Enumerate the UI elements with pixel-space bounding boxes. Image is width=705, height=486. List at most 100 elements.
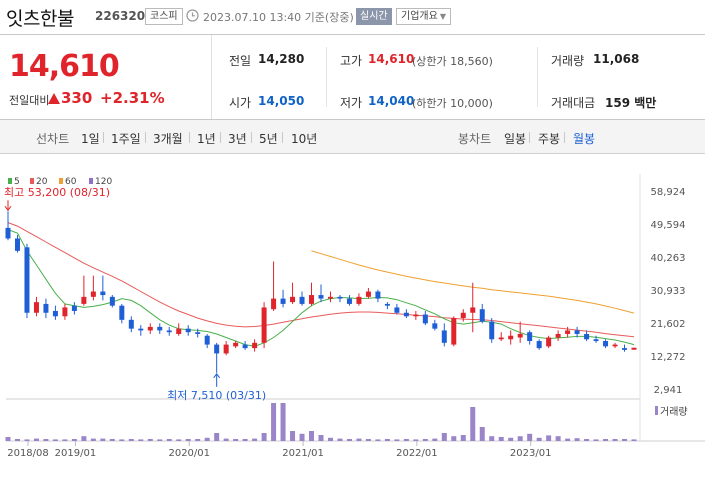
candle-body — [309, 295, 315, 304]
candle-body — [157, 326, 163, 331]
separator — [282, 132, 283, 143]
candle-body — [62, 307, 68, 317]
volume-bar — [204, 437, 210, 441]
candle-body — [460, 312, 466, 319]
candle-body — [375, 291, 381, 299]
trade-amount-label: 거래대금 — [551, 96, 596, 110]
volume-bar — [584, 439, 590, 441]
volume-bar — [24, 439, 30, 441]
candle-body — [479, 309, 485, 322]
summary-divider — [326, 47, 327, 107]
volume-legend-label: 거래량 — [660, 406, 688, 418]
low-annotation: 최저 7,510 (03/31) — [167, 389, 266, 402]
period-1w[interactable]: 1주일 — [111, 130, 141, 147]
candle-body — [593, 339, 599, 342]
candle-daily[interactable]: 일봉 — [504, 130, 526, 147]
change-label: 전일대비 — [9, 94, 50, 107]
x-axis-tick-label: 2019/01 — [55, 448, 97, 459]
candle-body — [527, 332, 533, 342]
stock-code: 226320 — [95, 9, 146, 23]
low-label: 저가 — [340, 96, 363, 110]
candle-body — [52, 310, 58, 317]
candle-weekly[interactable]: 주봉 — [538, 130, 560, 147]
candle-body — [24, 247, 30, 313]
candle-body — [365, 291, 371, 297]
candle-body — [318, 295, 324, 299]
open-label: 시가 — [229, 96, 252, 110]
volume-bar — [157, 439, 163, 441]
candle-monthly[interactable]: 월봉 — [573, 130, 595, 147]
volume-bar — [90, 438, 96, 441]
legend-swatch — [8, 178, 12, 184]
candle-body — [90, 291, 96, 297]
volume-bar — [612, 439, 618, 441]
candle-body — [603, 341, 609, 347]
candle-body — [109, 296, 115, 306]
volume-bar — [119, 439, 125, 441]
volume-bar — [43, 439, 49, 441]
quote-summary: 14,610 전일대비 330 +2.31% 전일 14,280 시가 14,0… — [0, 34, 705, 120]
candle-body — [413, 314, 419, 317]
volume-bar — [356, 438, 362, 441]
candle-body — [242, 344, 248, 349]
candle-body — [166, 330, 172, 333]
change-amount: 330 — [61, 89, 93, 107]
volume-bar — [233, 439, 239, 441]
legend-swatch — [30, 178, 34, 184]
volume-bar — [299, 433, 305, 441]
period-3y[interactable]: 3년 — [228, 130, 247, 147]
volume-bar — [441, 433, 447, 441]
volume-bar — [280, 403, 286, 441]
company-overview-button[interactable]: 기업개요 ▼ — [396, 8, 451, 25]
candle-body — [138, 328, 144, 331]
candle-body — [119, 305, 125, 320]
period-10y[interactable]: 10년 — [291, 130, 317, 147]
volume-bar — [536, 437, 542, 441]
candle-body — [280, 298, 286, 304]
period-5y[interactable]: 5년 — [259, 130, 278, 147]
candle-body — [384, 303, 390, 306]
volume-bar — [309, 431, 315, 441]
period-1d[interactable]: 1일 — [81, 130, 100, 147]
volume-bar — [631, 439, 637, 441]
volume-bar — [176, 439, 182, 441]
candle-body — [252, 342, 258, 349]
volume-bar — [327, 437, 333, 441]
separator — [103, 132, 104, 143]
period-1y[interactable]: 1년 — [197, 130, 216, 147]
volume-bar — [622, 439, 628, 441]
candle-body — [233, 342, 239, 347]
candle-body — [5, 227, 11, 239]
volume-bar — [546, 435, 552, 441]
x-axis-tick-label: 2023/01 — [510, 448, 552, 459]
up-arrow-icon — [48, 93, 60, 104]
market-badge: 코스피 — [145, 8, 183, 25]
legend-swatch — [89, 178, 93, 184]
period-3m[interactable]: 3개월 — [153, 130, 183, 147]
volume-bar — [52, 439, 58, 441]
candle-body — [261, 307, 267, 343]
candle-body — [327, 296, 333, 299]
candle-body — [337, 296, 343, 299]
realtime-badge[interactable]: 실시간 — [356, 8, 392, 25]
volume-bar — [138, 439, 144, 441]
volume-bar — [261, 433, 267, 441]
current-price: 14,610 — [9, 49, 120, 84]
volume-bar — [470, 407, 476, 441]
volume-bar — [242, 439, 248, 441]
volume-bar — [603, 439, 609, 441]
separator — [145, 132, 146, 143]
candle-body — [271, 298, 277, 310]
volume-bar — [290, 431, 296, 441]
candle-body — [14, 238, 20, 251]
price-box: 14,610 전일대비 330 +2.31% — [0, 35, 212, 119]
price-chart[interactable]: 58,924 49,594 40,263 30,933 21,602 12,272 2,94… — [0, 154, 705, 486]
candle-body — [498, 337, 504, 340]
candle-body — [451, 318, 457, 345]
volume-bar — [384, 439, 390, 441]
separator — [251, 132, 252, 143]
chart-canvas[interactable]: 58,924 49,594 40,263 30,933 21,602 12,272 2,94… — [0, 154, 705, 486]
separator — [189, 132, 190, 143]
volume-bar — [375, 439, 381, 441]
candle-body — [290, 296, 296, 303]
